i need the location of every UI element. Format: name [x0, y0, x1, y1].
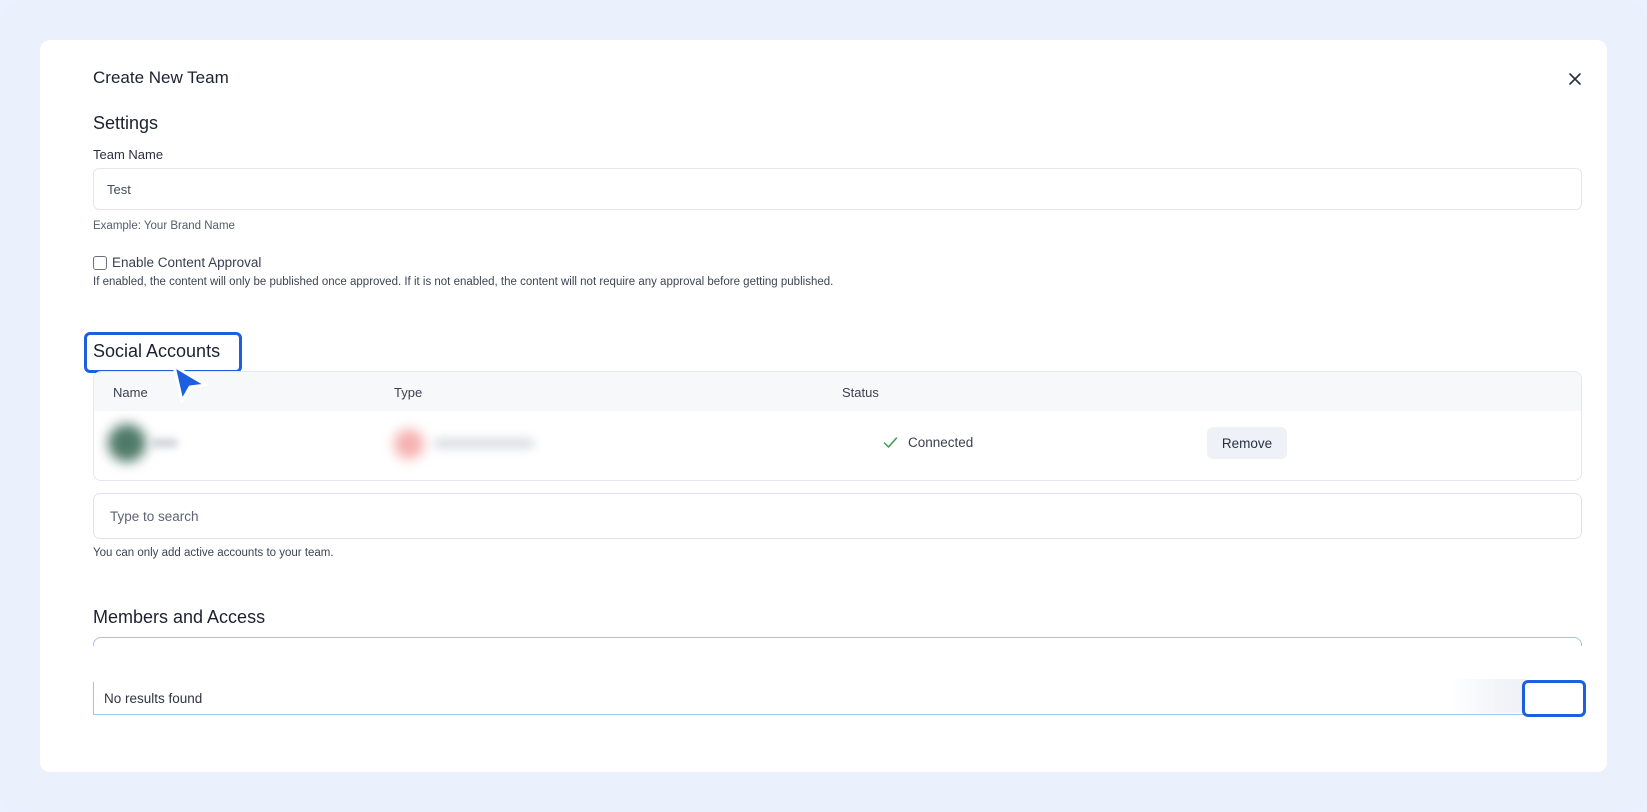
account-name-blurred: [150, 439, 178, 447]
column-header-name: Name: [113, 385, 148, 400]
check-icon: [882, 434, 899, 451]
team-name-hint: Example: Your Brand Name: [93, 220, 235, 232]
content-approval-checkbox[interactable]: [93, 255, 107, 270]
settings-heading: Settings: [93, 113, 159, 133]
table-row: Connected Remove: [94, 411, 1581, 480]
team-name-input[interactable]: [93, 168, 1582, 210]
remove-account-button[interactable]: Remove: [1207, 427, 1287, 459]
pointer-cursor-icon: [170, 363, 210, 405]
account-type-blurred: [434, 439, 534, 448]
account-search-input[interactable]: [93, 493, 1582, 539]
faded-button[interactable]: [1450, 679, 1530, 713]
dialog-title: Create New Team: [93, 68, 229, 87]
column-header-type: Type: [394, 385, 423, 400]
members-dropdown: No results found: [93, 682, 1582, 715]
focus-highlight[interactable]: [1522, 680, 1586, 717]
social-accounts-table: Name Type Status Connected Remove: [93, 371, 1582, 481]
social-accounts-heading: Social Accounts: [93, 341, 221, 361]
column-header-status: Status: [842, 385, 879, 400]
members-heading: Members and Access: [93, 607, 266, 627]
table-header: Name Type Status: [94, 372, 1581, 411]
account-type-icon-blurred: [394, 429, 424, 459]
create-team-dialog: Create New Team Settings Team Name Examp…: [40, 40, 1607, 772]
content-approval-row: Enable Content Approval: [93, 255, 261, 270]
content-approval-label[interactable]: Enable Content Approval: [112, 255, 261, 270]
team-name-label: Team Name: [93, 147, 164, 162]
content-approval-description: If enabled, the content will only be pub…: [93, 276, 834, 288]
no-results-message: No results found: [104, 691, 203, 706]
status-cell: Connected: [882, 434, 973, 451]
status-badge: Connected: [908, 435, 974, 450]
members-select-mask: [93, 646, 1582, 686]
account-avatar-blurred: [108, 424, 146, 462]
account-search-hint: You can only add active accounts to your…: [93, 547, 334, 559]
close-icon[interactable]: [1564, 68, 1586, 90]
